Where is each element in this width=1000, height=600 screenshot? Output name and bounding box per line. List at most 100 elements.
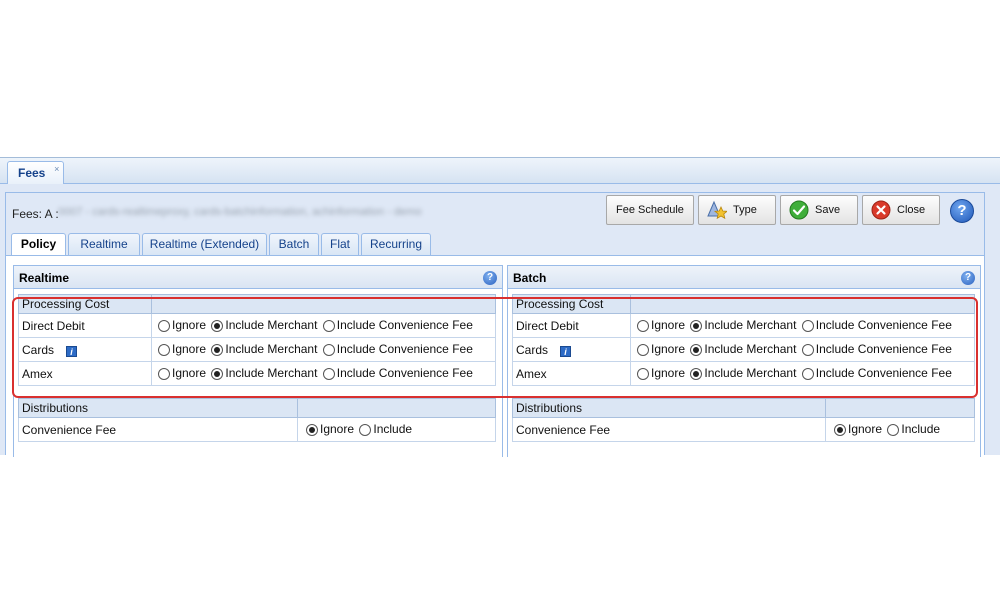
section-title: Batch (513, 271, 547, 285)
section-body: Processing Cost Direct Debit Ignore Incl… (507, 289, 981, 457)
ignore-radio[interactable] (637, 367, 649, 380)
column-header: Processing Cost (18, 294, 152, 314)
include-radio[interactable] (887, 423, 900, 436)
table-row: Amex Ignore Include Merchant Include Con… (512, 361, 975, 386)
include-radio[interactable] (359, 423, 372, 436)
row-label: Convenience Fee (22, 422, 117, 437)
tab-realtime-extended[interactable]: Realtime (Extended) (142, 233, 267, 255)
distributions-table: Distributions Convenience Fee Ignore Inc… (18, 398, 496, 442)
table-row: Cards i Ignore Include Merchant Include C… (512, 337, 975, 362)
option-label: Include Convenience Fee (336, 317, 473, 332)
option-label: Ignore (848, 421, 883, 436)
tab-fees[interactable]: Fees × (7, 158, 65, 185)
option-label: Ignore (651, 341, 686, 356)
section-header: Batch ? (507, 265, 981, 289)
row-label: Cards (516, 342, 549, 357)
info-icon[interactable]: i (560, 345, 572, 357)
option-label: Include Convenience Fee (815, 341, 952, 356)
type-label: Type (733, 204, 757, 216)
fee-schedule-label: Fee Schedule (616, 204, 684, 216)
tab-fees-label: Fees (18, 166, 46, 180)
option-label: Include Merchant (704, 317, 797, 332)
column-header: Distributions (18, 398, 298, 418)
tab-policy[interactable]: Policy (11, 233, 66, 257)
fees-label: Fees: A : (12, 207, 59, 221)
close-circle-icon (871, 200, 891, 220)
table-row: Direct Debit Ignore Include Merchant Inc… (512, 313, 975, 338)
include-convenience-fee-radio[interactable] (322, 343, 335, 356)
fees-inner-panel: Fees: A : 0007 - cards-realtimeproxy, ca… (5, 192, 985, 457)
check-icon (789, 200, 809, 220)
include-convenience-fee-radio[interactable] (322, 319, 335, 332)
distributions-table: Distributions Convenience Fee Ignore Inc… (512, 398, 975, 442)
close-icon[interactable]: × (54, 158, 59, 180)
table-row: Direct Debit Ignore Include Merchant Inc… (18, 313, 496, 338)
option-label: Ignore (172, 365, 207, 380)
include-merchant-radio[interactable] (211, 319, 224, 332)
option-label: Include (373, 421, 413, 436)
batch-section: Batch ? Processing Cost Direct Debit Ign… (507, 265, 981, 457)
table-row: Cards i Ignore Include Merchant Include C… (18, 337, 496, 362)
processing-cost-table: Processing Cost Direct Debit Ignore Incl… (512, 294, 975, 386)
fees-value-redacted: 0007 - cards-realtimeproxy, cards-batchi… (58, 206, 422, 218)
include-convenience-fee-radio[interactable] (801, 319, 814, 332)
include-convenience-fee-radio[interactable] (322, 367, 335, 380)
row-label: Direct Debit (22, 318, 85, 333)
table-row: Convenience Fee Ignore Include (512, 417, 975, 442)
column-header: Processing Cost (512, 294, 631, 314)
option-label: Ignore (320, 421, 355, 436)
include-merchant-radio[interactable] (211, 343, 224, 356)
shapes-icon (707, 200, 727, 220)
ignore-radio[interactable] (637, 343, 649, 356)
fees-panel: Fees: A : 0007 - cards-realtimeproxy, ca… (0, 184, 1000, 457)
ignore-radio[interactable] (158, 367, 170, 380)
policy-tabs: Policy Realtime Realtime (Extended) Batc… (11, 233, 981, 257)
info-icon[interactable]: i (66, 345, 78, 357)
option-label: Ignore (172, 341, 207, 356)
table-row: Amex Ignore Include Merchant Include Con… (18, 361, 496, 386)
close-label: Close (897, 204, 926, 216)
option-label: Include Merchant (704, 365, 797, 380)
ignore-radio[interactable] (158, 343, 170, 356)
tab-flat[interactable]: Flat (321, 233, 359, 255)
type-button[interactable]: Type (698, 195, 776, 225)
help-icon[interactable]: ? (961, 271, 975, 285)
row-label: Cards (22, 342, 55, 357)
table-row: Convenience Fee Ignore Include (18, 417, 496, 442)
option-label: Ignore (651, 317, 686, 332)
ignore-radio[interactable] (637, 319, 649, 332)
include-convenience-fee-radio[interactable] (801, 367, 814, 380)
include-merchant-radio[interactable] (211, 367, 224, 380)
help-icon[interactable]: ? (483, 271, 497, 285)
include-convenience-fee-radio[interactable] (801, 343, 814, 356)
option-label: Ignore (172, 317, 207, 332)
row-label: Amex (22, 366, 53, 381)
option-label: Include Merchant (225, 341, 318, 356)
help-icon[interactable]: ? (950, 199, 974, 223)
column-header: Distributions (512, 398, 826, 418)
option-label: Include Convenience Fee (336, 365, 473, 380)
ignore-radio[interactable] (834, 423, 846, 436)
include-merchant-radio[interactable] (690, 367, 703, 380)
option-label: Ignore (651, 365, 686, 380)
tab-batch[interactable]: Batch (269, 233, 319, 255)
option-label: Include Convenience Fee (815, 365, 952, 380)
option-label: Include Merchant (225, 317, 318, 332)
include-merchant-radio[interactable] (690, 343, 703, 356)
fees-window: Fees × Fees: A : 0007 - cards-realtimepr… (0, 157, 1000, 457)
row-label: Convenience Fee (516, 422, 611, 437)
ignore-radio[interactable] (158, 319, 170, 332)
include-merchant-radio[interactable] (690, 319, 703, 332)
ignore-radio[interactable] (306, 423, 318, 436)
tab-recurring[interactable]: Recurring (361, 233, 431, 255)
tab-realtime[interactable]: Realtime (68, 233, 140, 255)
section-header: Realtime ? (13, 265, 503, 289)
section-title: Realtime (19, 271, 70, 285)
close-button[interactable]: Close (862, 195, 940, 225)
save-button[interactable]: Save (780, 195, 858, 225)
row-label: Amex (516, 366, 547, 381)
fee-schedule-button[interactable]: Fee Schedule (606, 195, 694, 225)
option-label: Include Convenience Fee (815, 317, 952, 332)
option-label: Include Convenience Fee (336, 341, 473, 356)
toolbar: Fees: A : 0007 - cards-realtimeproxy, ca… (6, 193, 984, 229)
